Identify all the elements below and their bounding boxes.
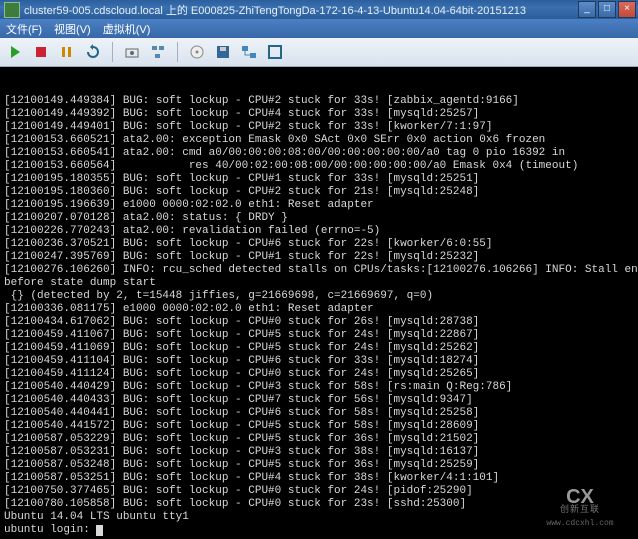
snapshot-icon — [124, 44, 140, 60]
console-line: [12100195.196639] e1000 0000:02:02.0 eth… — [4, 199, 634, 212]
console-line: [12100587.053251] BUG: soft lockup - CPU… — [4, 472, 634, 485]
network-button[interactable] — [240, 43, 258, 61]
console-line: [12100149.449401] BUG: soft lockup - CPU… — [4, 121, 634, 134]
network-icon — [241, 44, 257, 60]
console-line: [12100153.660521] ata2.00: exception Ema… — [4, 134, 634, 147]
toolbar-separator — [177, 42, 178, 62]
console-line: [12100459.411124] BUG: soft lockup - CPU… — [4, 368, 634, 381]
floppy-button[interactable] — [214, 43, 232, 61]
console-line: [12100459.411069] BUG: soft lockup - CPU… — [4, 342, 634, 355]
console-line: [12100195.180360] BUG: soft lockup - CPU… — [4, 186, 634, 199]
menu-vm[interactable]: 虚拟机(V) — [103, 21, 151, 37]
console-line: [12100236.370521] BUG: soft lockup - CPU… — [4, 238, 634, 251]
console-line: [12100540.440441] BUG: soft lockup - CPU… — [4, 407, 634, 420]
console-line: {} (detected by 2, t=15448 jiffies, g=21… — [4, 290, 634, 303]
toolbar — [0, 38, 638, 67]
console-line: [12100153.660564] res 40/00:02:00:08:00/… — [4, 160, 634, 173]
fullscreen-button[interactable] — [266, 43, 284, 61]
snapshot-button[interactable] — [123, 43, 141, 61]
fullscreen-icon — [267, 44, 283, 60]
disc-icon — [189, 44, 205, 60]
console-line: Ubuntu 14.04 LTS ubuntu tty1 — [4, 511, 634, 524]
toolbar-separator — [112, 42, 113, 62]
console-line: [12100540.441572] BUG: soft lockup - CPU… — [4, 420, 634, 433]
pause-icon — [59, 44, 75, 60]
close-button[interactable]: × — [618, 1, 636, 18]
console-line: ubuntu login: — [4, 524, 634, 537]
snapshot-manager-button[interactable] — [149, 43, 167, 61]
minimize-button[interactable]: _ — [578, 1, 596, 18]
console-line: [12100587.053248] BUG: soft lockup - CPU… — [4, 459, 634, 472]
console-line: [12100336.081175] e1000 0000:02:02.0 eth… — [4, 303, 634, 316]
menu-view[interactable]: 视图(V) — [54, 21, 91, 37]
reset-button[interactable] — [84, 43, 102, 61]
reset-icon — [85, 44, 101, 60]
console-line: [12100540.440433] BUG: soft lockup - CPU… — [4, 394, 634, 407]
stop-icon — [33, 44, 49, 60]
vm-console-window: cluster59-005.cdscloud.local 上的 E000825-… — [0, 0, 638, 538]
power-off-button[interactable] — [32, 43, 50, 61]
snapshot-tree-icon — [150, 44, 166, 60]
window-title: cluster59-005.cdscloud.local 上的 E000825-… — [24, 2, 578, 18]
power-on-button[interactable] — [6, 43, 24, 61]
window-buttons: _ □ × — [578, 1, 636, 18]
console-line: [12100226.770243] ata2.00: revalidation … — [4, 225, 634, 238]
cdrom-button[interactable] — [188, 43, 206, 61]
console-line: [12100247.395769] BUG: soft lockup - CPU… — [4, 251, 634, 264]
console-line: [12100459.411104] BUG: soft lockup - CPU… — [4, 355, 634, 368]
app-icon — [4, 2, 20, 18]
console-line: [12100149.449384] BUG: soft lockup - CPU… — [4, 95, 634, 108]
console-output[interactable]: [12100149.449384] BUG: soft lockup - CPU… — [0, 67, 638, 539]
console-line: before state dump start — [4, 277, 634, 290]
console-line: [12100780.105858] BUG: soft lockup - CPU… — [4, 498, 634, 511]
cursor — [96, 525, 103, 536]
suspend-button[interactable] — [58, 43, 76, 61]
console-line: [12100276.106260] INFO: rcu_sched detect… — [4, 264, 634, 277]
console-line: [12100750.377465] BUG: soft lockup - CPU… — [4, 485, 634, 498]
floppy-icon — [215, 44, 231, 60]
console-line: [12100540.440429] BUG: soft lockup - CPU… — [4, 381, 634, 394]
console-line: [12100207.070128] ata2.00: status: { DRD… — [4, 212, 634, 225]
console-line: [12100587.053229] BUG: soft lockup - CPU… — [4, 433, 634, 446]
console-line: [12100195.180355] BUG: soft lockup - CPU… — [4, 173, 634, 186]
play-icon — [7, 44, 23, 60]
titlebar: cluster59-005.cdscloud.local 上的 E000825-… — [0, 0, 638, 19]
console-line: [12100153.660541] ata2.00: cmd a0/00:00:… — [4, 147, 634, 160]
console-line: [12100587.053231] BUG: soft lockup - CPU… — [4, 446, 634, 459]
console-line: [12100434.617062] BUG: soft lockup - CPU… — [4, 316, 634, 329]
console-line: [12100149.449392] BUG: soft lockup - CPU… — [4, 108, 634, 121]
menu-file[interactable]: 文件(F) — [6, 21, 42, 37]
menu-bar: 文件(F) 视图(V) 虚拟机(V) — [0, 19, 638, 38]
console-line: [12100459.411067] BUG: soft lockup - CPU… — [4, 329, 634, 342]
maximize-button[interactable]: □ — [598, 1, 616, 18]
